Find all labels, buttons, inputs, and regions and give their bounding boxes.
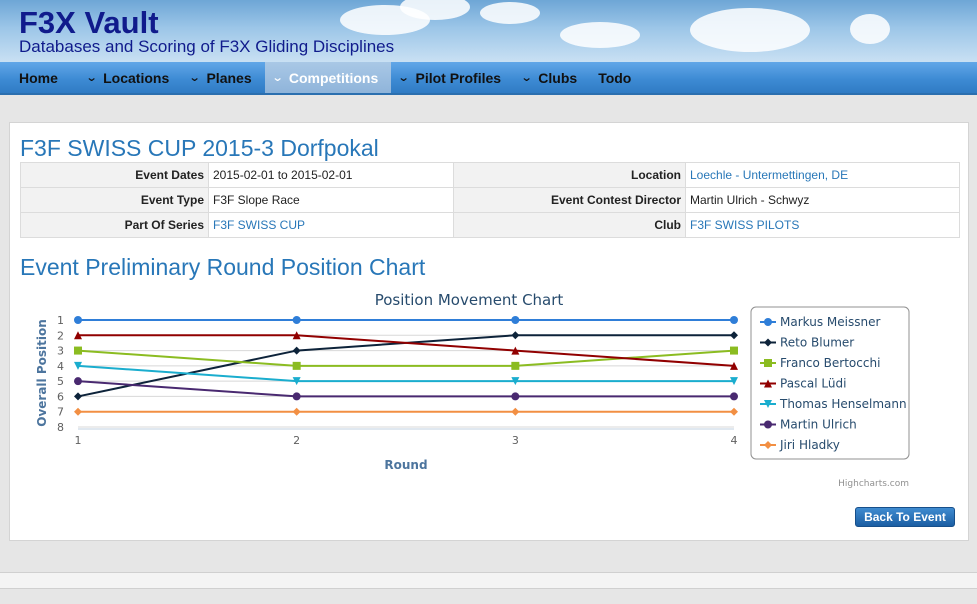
y-tick-label: 6 (57, 390, 64, 403)
nav-item-label: Competitions (288, 69, 379, 86)
cloud-decoration (480, 2, 540, 24)
back-to-event-button[interactable]: Back To Event (855, 507, 955, 527)
chevron-down-icon: ⌄ (397, 72, 410, 84)
data-point (511, 407, 520, 416)
data-point (292, 392, 301, 401)
nav-item-home[interactable]: Home (0, 62, 79, 93)
nav-item-label: Locations (103, 69, 170, 86)
legend-item: Jiri Hladky (779, 438, 840, 452)
data-point (292, 361, 301, 370)
series-line (77, 364, 734, 383)
data-point (511, 361, 520, 370)
footer-bar (0, 572, 977, 589)
y-tick-label: 1 (57, 314, 64, 327)
nav-item-todo[interactable]: Todo (590, 62, 644, 93)
data-point (292, 346, 301, 355)
legend-marker (764, 318, 772, 326)
legend-item: Franco Bertocchi (780, 356, 880, 370)
data-point (730, 346, 738, 355)
y-tick-label: 8 (57, 421, 64, 434)
nav-item-label: Todo (598, 69, 632, 86)
nav-item-label: Home (19, 69, 58, 86)
nav-item-competitions[interactable]: ⌄ Competitions (264, 62, 392, 93)
x-tick-label: 4 (731, 434, 738, 447)
legend-item: Markus Meissner (780, 315, 880, 329)
y-axis-title: Overall Position (35, 319, 49, 427)
chevron-down-icon: ⌄ (271, 72, 284, 84)
y-tick-label: 2 (57, 329, 64, 342)
legend-marker (764, 420, 772, 429)
data-point (730, 407, 738, 416)
data-point (292, 407, 301, 416)
position-chart: Position Movement Chart123456781 2 3 4Round… (35, 291, 910, 489)
data-point (74, 377, 82, 386)
data-point (511, 331, 520, 340)
data-point (730, 392, 738, 401)
site-subtitle: Databases and Scoring of F3X Gliding Dis… (19, 37, 395, 56)
nav-item-clubs[interactable]: ⌄ Clubs (514, 62, 590, 93)
data-point (730, 331, 738, 340)
nav-item-label: Pilot Profiles (415, 69, 502, 86)
main-nav: Home ⌄ Locations ⌄ Planes ⌄ Competitions ⌄ Pilot… (0, 62, 977, 95)
x-tick-label: 1 (75, 434, 82, 447)
data-point (74, 392, 82, 401)
y-tick-label: 3 (57, 345, 64, 358)
legend-marker (764, 359, 772, 367)
legend-item: Pascal Lüdi (780, 377, 846, 391)
legend-item: Thomas Henselmann (779, 397, 907, 411)
cloud-decoration (690, 8, 810, 52)
data-point (74, 407, 82, 416)
x-tick-label: 2 (293, 434, 300, 447)
y-tick-label: 4 (57, 360, 64, 373)
nav-item-label: Clubs (538, 69, 578, 86)
y-tick-label: 5 (57, 375, 64, 388)
nav-item-label: Planes (206, 69, 252, 86)
nav-item-planes[interactable]: ⌄ Planes (182, 62, 264, 93)
data-point (74, 346, 82, 355)
data-point (74, 316, 82, 324)
chevron-down-icon: ⌄ (188, 72, 201, 84)
site-title[interactable]: F3X Vault (19, 6, 159, 40)
chevron-down-icon: ⌄ (85, 72, 98, 84)
x-tick-label: 3 (512, 434, 519, 447)
legend-item: Reto Blumer (780, 336, 854, 350)
nav-item-pilot-profiles[interactable]: ⌄ Pilot Profiles (391, 62, 514, 93)
data-point (730, 316, 738, 324)
data-point (511, 316, 520, 324)
x-axis-title: Round (384, 458, 427, 472)
event-panel: F3F SWISS CUP 2015-3 Dorfpokal Event Dat… (9, 122, 969, 541)
data-point (511, 392, 520, 401)
cloud-decoration (850, 14, 890, 44)
chart-title: Position Movement Chart (375, 291, 564, 309)
cloud-decoration (560, 22, 640, 48)
data-point (292, 316, 301, 324)
header-banner: F3X Vault Databases and Scoring of F3X G… (0, 0, 977, 62)
y-tick-label: 7 (57, 406, 64, 419)
series-line (77, 380, 734, 398)
chevron-down-icon: ⌄ (520, 72, 533, 84)
legend-item: Martin Ulrich (780, 418, 857, 432)
nav-item-locations[interactable]: ⌄ Locations (79, 62, 182, 93)
highcharts-credit[interactable]: Highcharts.com (838, 479, 909, 489)
